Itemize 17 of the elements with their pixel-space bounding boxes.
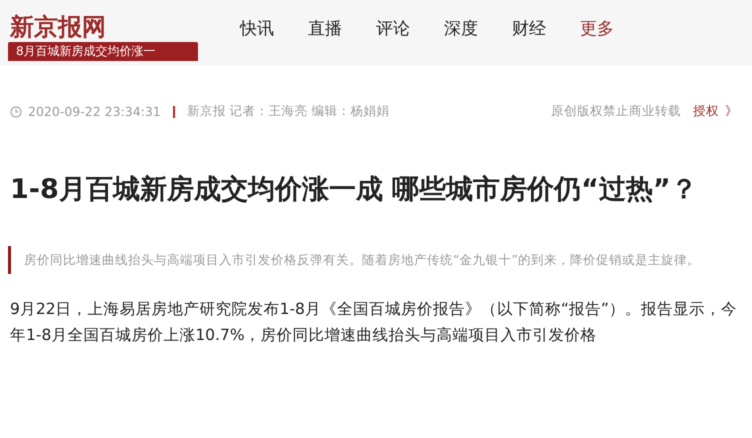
nav-link[interactable]: 直播 [308,17,342,40]
license-link[interactable]: 授权 [693,103,719,120]
publish-time: 2020-09-22 23:34:31 [28,104,161,119]
copyright-notice: 原创版权禁止商业转载 [551,103,681,120]
nav-link[interactable]: 财经 [512,17,546,40]
clock-icon [10,106,22,118]
byline: 新京报 记者：王海亮 编辑：杨娟娟 [186,103,390,120]
chevron-icon[interactable]: 》 [725,103,738,120]
article-title: 1-8月百城新房成交均价涨一成 哪些城市房价仍“过热”？ [10,173,699,207]
nav-link[interactable]: 深度 [444,17,478,40]
site-logo[interactable]: 新京报网 [8,12,200,42]
nav-link[interactable]: 评论 [376,17,410,40]
nav-link[interactable]: 快讯 [240,17,274,40]
summary-quote: 房价同比增速曲线抬头与高端项目入市引发价格反弹有关。随着房地产传统“金九银十”的到来，降价促销或是主旋律。 [8,246,744,274]
nav-link[interactable]: 更多 [580,17,614,40]
headline-tag: 8月百城新房成交均价涨一 [8,42,198,61]
article-paragraph: 9月22日，上海易居房地产研究院发布1-8月《全国百城房价报告》（以下简称“报告”）。报告显示，今年1-8月全国百城房价上涨10.7%，房价同比增速曲线抬头与高端项目入市引发价格 [10,299,738,346]
